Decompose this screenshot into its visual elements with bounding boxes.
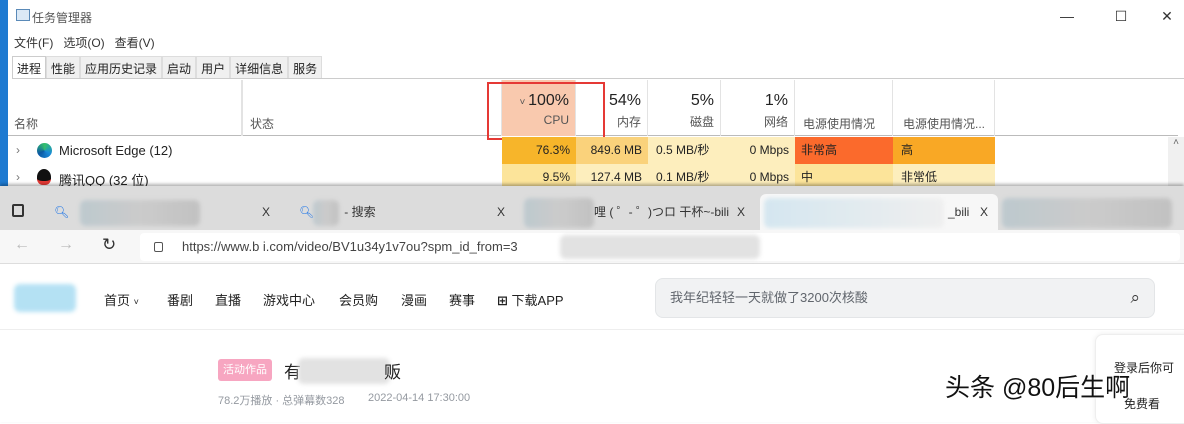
- column-disk[interactable]: 5% 磁盘: [648, 80, 721, 136]
- tab-actions-icon[interactable]: [12, 204, 24, 217]
- column-status-label: 状态: [250, 117, 275, 131]
- process-name: Microsoft Edge (12): [59, 143, 173, 158]
- net-percent: 1%: [764, 92, 788, 109]
- process-row[interactable]: › Microsoft Edge (12) 76.3% 849.6 MB 0.5…: [8, 137, 1176, 164]
- menu-options[interactable]: 选项(O): [63, 34, 104, 51]
- nav-anime[interactable]: 番剧: [167, 290, 193, 309]
- cpu-highlight-box: [487, 82, 605, 140]
- tab-processes[interactable]: 进程: [12, 56, 47, 78]
- nav-mall[interactable]: 会员购: [339, 290, 378, 309]
- expand-chevron-icon[interactable]: ›: [16, 143, 20, 157]
- nav-live[interactable]: 直播: [215, 290, 241, 309]
- menu-bar: 文件(F) 选项(O) 查看(V): [14, 34, 155, 51]
- search-input[interactable]: 我年纪轻轻一天就做了3200次核酸 ⌕: [655, 278, 1155, 318]
- address-bar-row: ← → ↻ https://www.b i.com/video/BV1u34y1…: [0, 230, 1184, 264]
- browser-tab-active[interactable]: _bili X: [760, 194, 998, 230]
- window-title: 任务管理器: [32, 11, 93, 25]
- search-icon: 🔍︎: [299, 205, 315, 219]
- browser-tab[interactable]: 🔍︎ X: [40, 194, 280, 230]
- scrollbar[interactable]: ˄: [1168, 137, 1184, 186]
- nav-manga[interactable]: 漫画: [401, 290, 427, 309]
- video-date: 2022-04-14 17:30:00: [368, 392, 471, 404]
- browser-tab[interactable]: 🔍︎ - 搜索 X: [285, 194, 515, 230]
- watermark: 头条 @80后生啊: [945, 374, 1131, 402]
- tab-close-button[interactable]: X: [262, 194, 270, 230]
- bilibili-header: 首页 ˅ 番剧 直播 游戏中心 会员购 漫画 赛事 ⊞ 下载APP 我年纪轻轻一…: [0, 266, 1184, 330]
- tab-close-button[interactable]: X: [980, 194, 988, 230]
- browser-tab-strip: 🔍︎ X 🔍︎ - 搜索 X 哩 ( ゜- ゜)つロ 干杯~-bili X _bili X: [0, 186, 1184, 230]
- tab-close-button[interactable]: X: [497, 194, 505, 230]
- power-trend-label: 电源使用情况...: [903, 117, 986, 131]
- tab-close-button[interactable]: X: [737, 194, 745, 230]
- mem-value: 849.6 MB: [576, 137, 648, 164]
- minimize-button[interactable]: —: [1044, 4, 1090, 28]
- nav-game-center[interactable]: 游戏中心: [263, 290, 315, 309]
- tab-performance[interactable]: 性能: [46, 56, 81, 78]
- browser-tab[interactable]: 哩 ( ゜- ゜)つロ 干杯~-bili X: [520, 194, 755, 230]
- search-icon: 🔍︎: [54, 205, 70, 219]
- cpu-value: 76.3%: [502, 137, 576, 164]
- nav-home[interactable]: 首页 ˅: [104, 290, 139, 309]
- menu-view[interactable]: 查看(V): [115, 34, 155, 51]
- close-button[interactable]: ✕: [1144, 4, 1184, 28]
- refresh-button[interactable]: ↻: [102, 235, 116, 255]
- browser-tab[interactable]: [1000, 194, 1184, 230]
- tab-details[interactable]: 详细信息: [230, 56, 289, 78]
- task-manager-icon: [16, 9, 30, 21]
- video-title-end: 贩: [384, 363, 401, 382]
- column-network[interactable]: 1% 网络: [721, 80, 795, 136]
- power-trend-value: 高: [893, 137, 995, 164]
- column-name-label: 名称: [14, 117, 39, 131]
- tab-title: 哩 ( ゜- ゜)つロ 干杯~-bili: [594, 205, 730, 219]
- address-bar[interactable]: https://www.b i.com/video/BV1u34y1v7ou?s…: [140, 233, 1180, 261]
- nav-esports[interactable]: 赛事: [449, 290, 475, 309]
- chevron-down-icon: ˅: [133, 297, 139, 307]
- power-value: 非常高: [795, 137, 893, 164]
- bilibili-logo[interactable]: [14, 284, 76, 312]
- expand-chevron-icon[interactable]: ›: [16, 170, 20, 184]
- search-icon[interactable]: ⌕: [1130, 279, 1140, 317]
- disk-value: 0.5 MB/秒: [648, 137, 721, 164]
- column-name[interactable]: 名称: [8, 80, 242, 136]
- qr-grid-icon: ⊞: [497, 293, 508, 308]
- tab-app-history[interactable]: 应用历史记录: [80, 56, 163, 78]
- power-label: 电源使用情况: [803, 117, 876, 131]
- tab-title: _bili: [948, 205, 970, 219]
- column-power[interactable]: 电源使用情况: [795, 80, 893, 136]
- lock-icon: [154, 242, 163, 252]
- back-button[interactable]: ←: [14, 236, 30, 254]
- nav-home-label: 首页: [104, 293, 131, 308]
- activity-badge: 活动作品: [218, 359, 272, 381]
- tab-services[interactable]: 服务: [288, 56, 323, 78]
- task-manager-window: 任务管理器 — ☐ ✕ 文件(F) 选项(O) 查看(V) 进程 性能 应用历史…: [0, 0, 1184, 191]
- tab-bar: 进程 性能 应用历史记录 启动 用户 详细信息 服务: [12, 56, 1184, 79]
- download-app-label: 下载APP: [511, 293, 564, 308]
- column-power-trend[interactable]: 电源使用情况...: [893, 80, 995, 136]
- disk-percent: 5%: [690, 92, 714, 109]
- edge-icon: [37, 143, 52, 158]
- tab-title: - 搜索: [344, 205, 376, 219]
- video-stats: 78.2万播放 · 总弹幕数328: [218, 395, 345, 407]
- title-bar: 任务管理器 — ☐ ✕: [8, 0, 1184, 32]
- forward-button[interactable]: →: [58, 236, 74, 254]
- search-placeholder: 我年纪轻轻一天就做了3200次核酸: [670, 290, 868, 305]
- tab-startup[interactable]: 启动: [162, 56, 197, 78]
- net-label: 网络: [763, 115, 788, 129]
- disk-label: 磁盘: [689, 115, 714, 129]
- tab-users[interactable]: 用户: [196, 56, 231, 78]
- qq-penguin-icon: [37, 169, 51, 185]
- url-text: https://www.b i.com/video/BV1u34y1v7ou?s…: [182, 239, 518, 254]
- column-status[interactable]: 状态: [242, 80, 502, 136]
- nav-download-app[interactable]: ⊞ 下载APP: [497, 290, 564, 309]
- maximize-button[interactable]: ☐: [1098, 4, 1144, 28]
- net-value: 0 Mbps: [721, 137, 795, 164]
- menu-file[interactable]: 文件(F): [14, 34, 53, 51]
